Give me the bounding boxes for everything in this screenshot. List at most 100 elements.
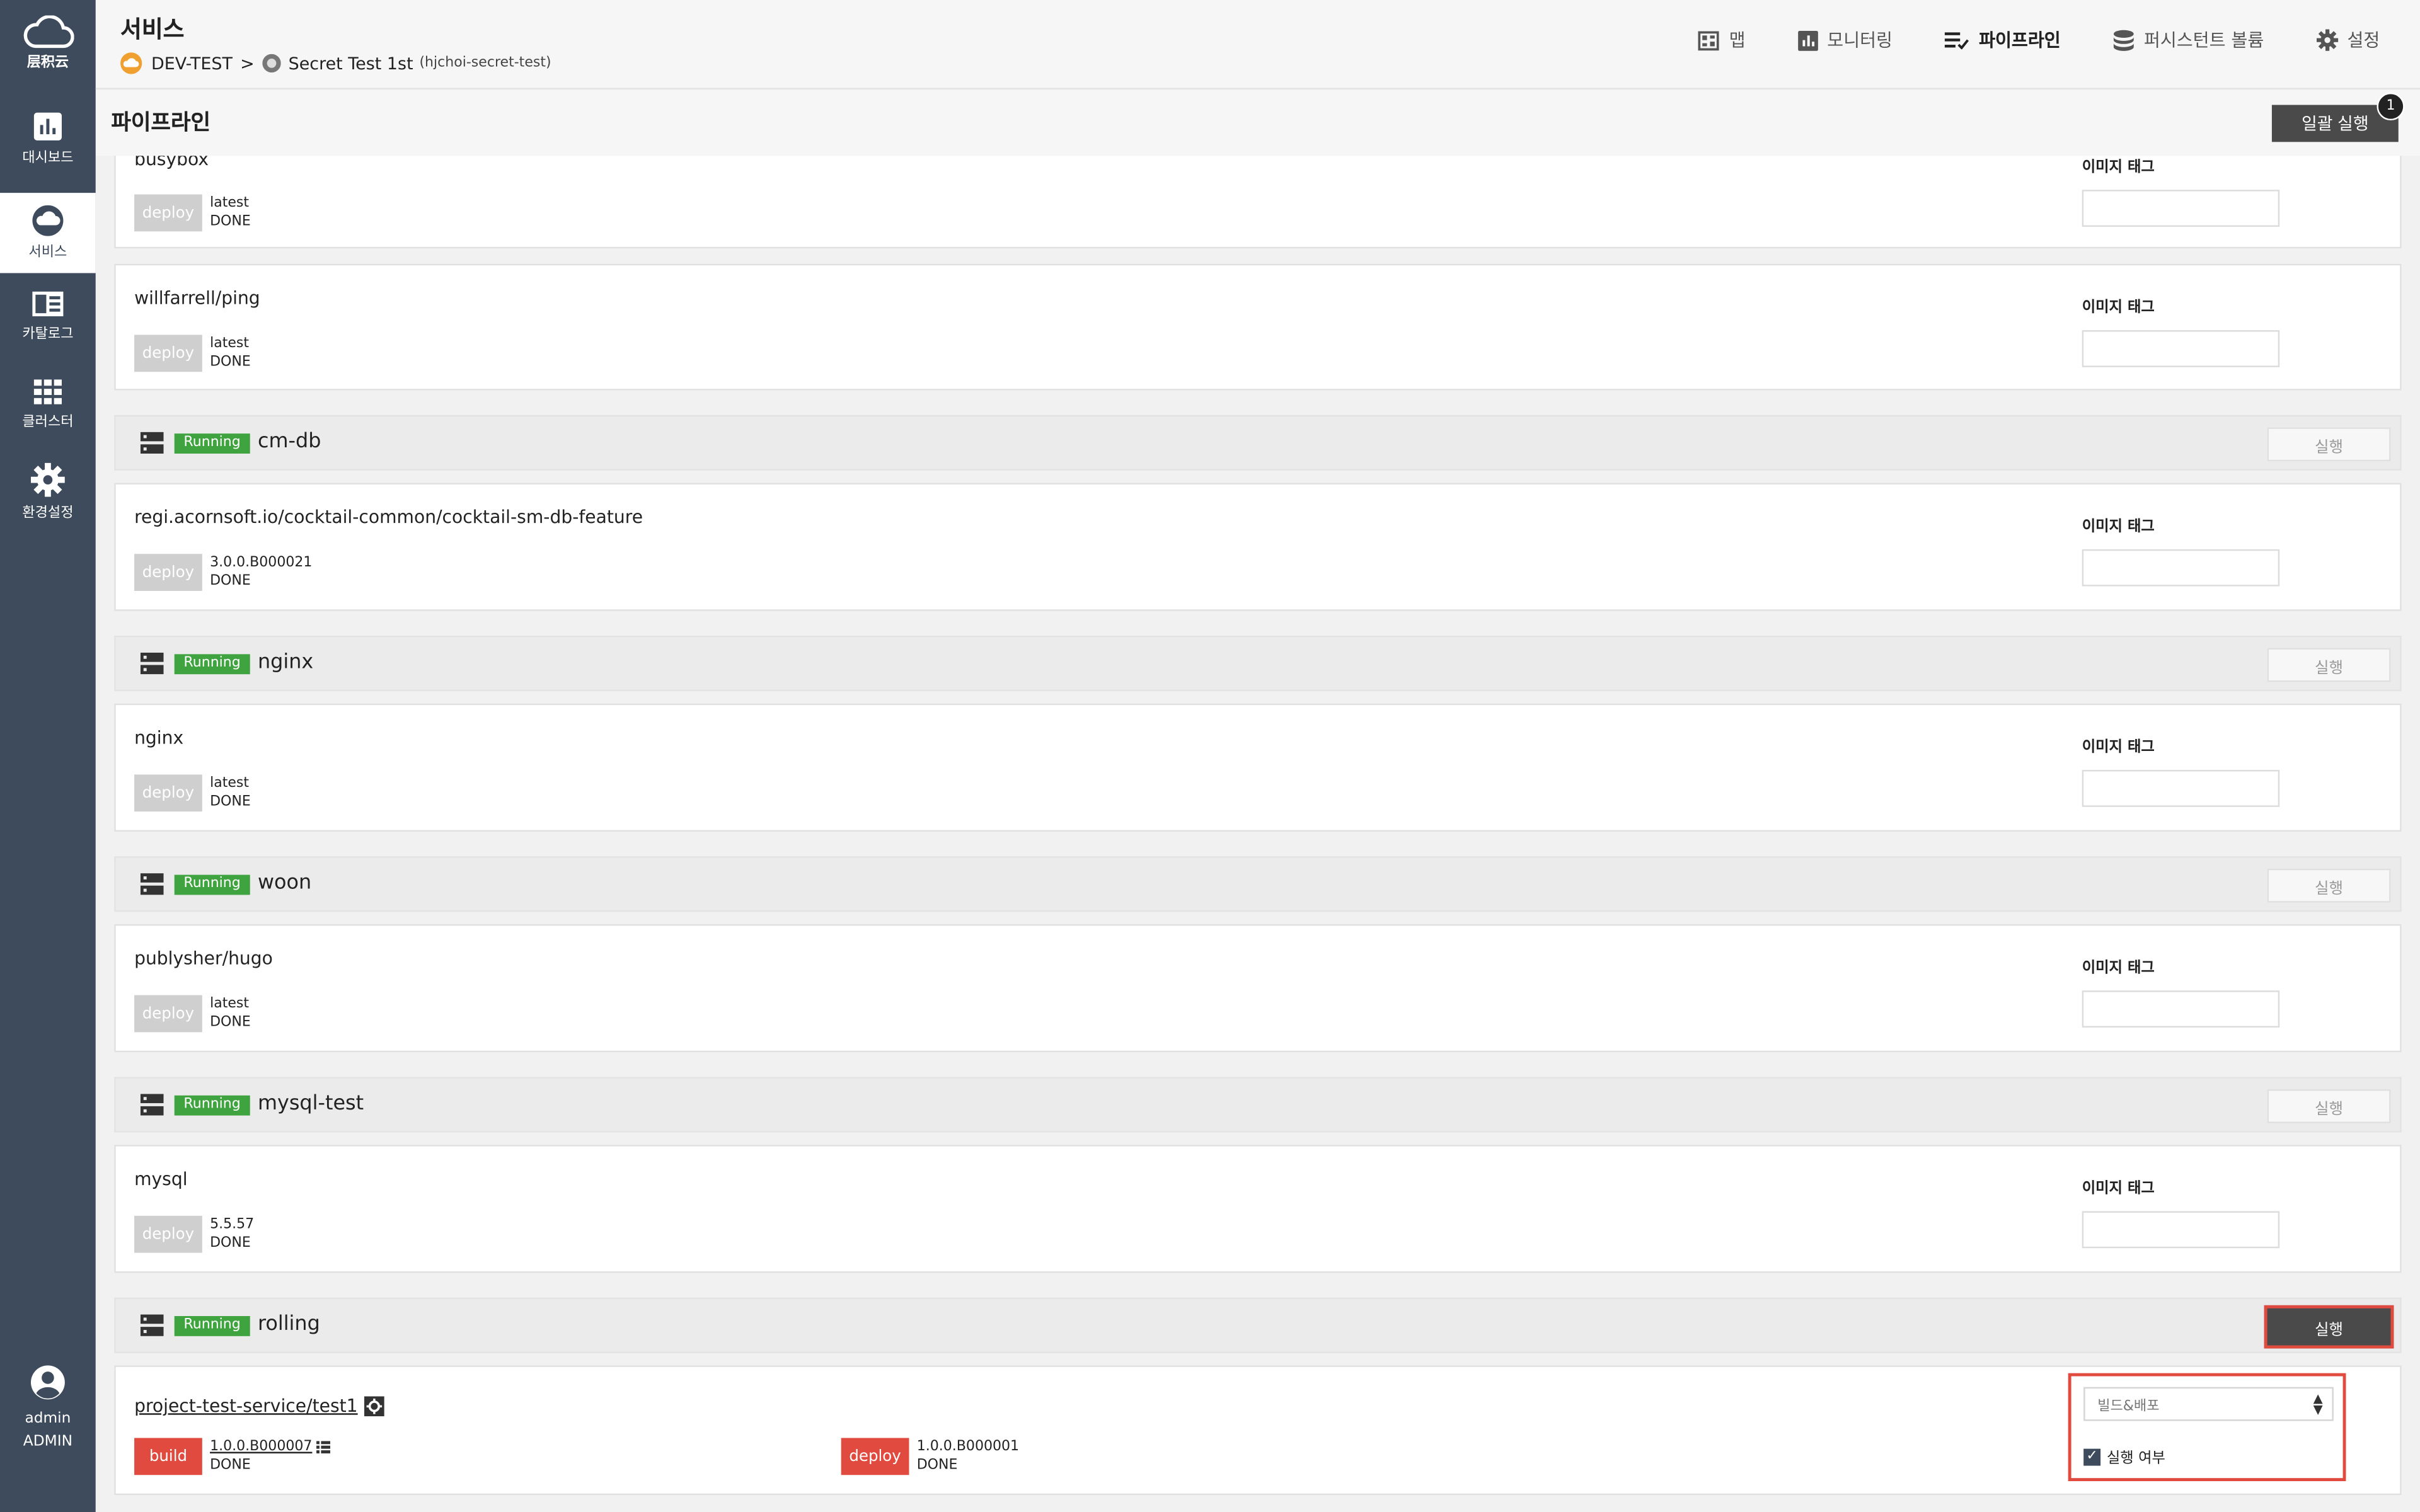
group-name: mysql-test — [257, 1092, 364, 1116]
tab-pipeline[interactable]: 파이프라인 — [1945, 28, 2061, 52]
image-version: latest — [210, 336, 250, 352]
deploy-tag: deploy — [134, 774, 202, 812]
image-link[interactable]: project-test-service/test1 — [134, 1395, 384, 1416]
grid-icon — [33, 379, 62, 404]
image-tag-label: 이미지 태그 — [2082, 518, 2155, 536]
select-value: 빌드&배포 — [2097, 1399, 2160, 1414]
env-cloud-icon — [120, 52, 142, 74]
service-icon — [262, 54, 281, 73]
image-state: DONE — [210, 355, 251, 370]
sidebar-item-service[interactable]: 서비스 — [0, 193, 96, 273]
tab-map[interactable]: 맵 — [1698, 28, 1746, 52]
tag-info: latest DONE — [210, 195, 251, 232]
checkbox-checked[interactable]: ✓ — [2083, 1448, 2101, 1465]
server-icon — [140, 1314, 164, 1336]
status-badge: Running — [174, 874, 250, 895]
group-header: Running rolling 실행 — [114, 1297, 2402, 1353]
build-tag[interactable]: build — [134, 1438, 202, 1475]
image-tag-input[interactable] — [2082, 770, 2280, 807]
image-tag-input[interactable] — [2082, 330, 2280, 367]
image-name: publysher/hugo — [134, 947, 273, 969]
map-icon — [1698, 30, 1720, 50]
breadcrumb-service-id: (hjchoi-secret-test) — [419, 55, 551, 71]
deploy-tag: deploy — [134, 554, 202, 591]
status-badge: Running — [174, 433, 250, 454]
user-role: ADMIN — [23, 1433, 72, 1451]
server-icon — [140, 432, 164, 454]
bar-chart-icon — [33, 112, 62, 140]
run-button[interactable]: 실행 — [2267, 648, 2391, 682]
image-version: latest — [210, 776, 250, 792]
sidebar-item-settings[interactable]: 환경설정 — [0, 462, 96, 543]
group-name: cm-db — [257, 430, 321, 454]
container-card: publysher/hugo deploy latest DONE 이미지 태그 — [114, 924, 2402, 1053]
breadcrumb-env[interactable]: DEV-TEST — [151, 53, 233, 73]
deploy-tag: deploy — [134, 995, 202, 1033]
run-checkbox-row[interactable]: ✓ 실행 여부 — [2083, 1446, 2165, 1467]
breadcrumb-service[interactable]: Secret Test 1st — [289, 53, 413, 73]
image-tag-label: 이미지 태그 — [2082, 299, 2155, 317]
image-tag-input[interactable] — [2082, 190, 2280, 227]
deploy-tag-active[interactable]: deploy — [841, 1438, 909, 1475]
image-tag-label: 이미지 태그 — [2082, 739, 2155, 757]
user-menu[interactable]: admin ADMIN — [0, 1364, 96, 1453]
checkbox-label: 실행 여부 — [2106, 1450, 2165, 1467]
execution-options: 빌드&배포 ▲ ▼ ✓ 실행 여부 — [2068, 1373, 2346, 1482]
cloud-logo-icon — [23, 15, 74, 49]
run-button[interactable]: 실행 — [2267, 1089, 2391, 1123]
status-badge: Running — [174, 654, 250, 675]
sidebar-item-dashboard[interactable]: 대시보드 — [0, 111, 96, 191]
image-tag-input[interactable] — [2082, 549, 2280, 587]
sidebar-item-cluster[interactable]: 클러스터 — [0, 378, 96, 458]
run-button[interactable]: 실행 — [2267, 427, 2391, 462]
settings-icon — [2316, 29, 2338, 51]
container-card: nginx deploy latest DONE 이미지 태그 — [114, 703, 2402, 832]
notification-badge: 1 — [2377, 92, 2405, 121]
sidebar: 层积云 대시보드 서비스 카탈로그 클러스터 환경설정 admin ADMIN — [0, 0, 96, 1512]
image-tag-label: 이미지 태그 — [2082, 159, 2155, 176]
build-version[interactable]: 1.0.0.B000007 — [210, 1438, 312, 1456]
image-state: DONE — [210, 574, 251, 590]
image-tag-input[interactable] — [2082, 1211, 2280, 1249]
image-name: regi.acornsoft.io/cocktail-common/cockta… — [134, 506, 643, 528]
top-nav: 맵 모니터링 파이프라인 퍼시스턴트 볼륨 설정 — [1645, 28, 2380, 52]
image-name: busybox — [134, 156, 209, 170]
monitoring-icon — [1797, 30, 1818, 50]
avatar-icon — [30, 1365, 65, 1400]
image-tag-label: 이미지 태그 — [2082, 959, 2155, 977]
sidebar-item-catalog[interactable]: 카탈로그 — [0, 290, 96, 370]
deploy-tag: deploy — [134, 335, 202, 372]
tab-settings[interactable]: 설정 — [2316, 28, 2380, 52]
gear-settings-icon[interactable] — [364, 1395, 384, 1416]
run-button-active[interactable]: 실행 — [2264, 1305, 2394, 1349]
group-header: Running mysql-test 실행 — [114, 1077, 2402, 1133]
catalog-icon — [32, 291, 64, 317]
build-version-row[interactable]: 1.0.0.B000007 — [210, 1438, 331, 1456]
image-tag-input[interactable] — [2082, 990, 2280, 1028]
gear-icon — [30, 462, 65, 497]
cloud-icon — [32, 205, 64, 236]
image-state: DONE — [210, 214, 251, 230]
breadcrumb-separator: > — [240, 53, 255, 74]
build-deploy-select[interactable]: 빌드&배포 ▲ ▼ — [2083, 1387, 2334, 1421]
container-card: mysql deploy 5.5.57 DONE 이미지 태그 — [114, 1145, 2402, 1273]
list-icon[interactable] — [316, 1441, 331, 1453]
logo-text: 层积云 — [26, 55, 69, 71]
user-name: admin — [25, 1410, 71, 1428]
pipeline-list[interactable]: busybox deploy latest DONE 이미지 태그 willfa… — [95, 156, 2420, 1512]
deploy-info: 1.0.0.B000001 DONE — [917, 1438, 1019, 1475]
tab-label: 설정 — [2347, 29, 2380, 51]
container-card: willfarrell/ping deploy latest DONE 이미지 … — [114, 263, 2402, 391]
section-title: 파이프라인 — [111, 111, 211, 136]
run-button[interactable]: 실행 — [2267, 868, 2391, 903]
image-name: project-test-service/test1 — [134, 1394, 358, 1417]
tag-info: latest DONE — [210, 995, 251, 1033]
sidebar-item-label: 대시보드 — [22, 151, 74, 167]
tab-persistent-volume[interactable]: 퍼시스턴트 볼륨 — [2113, 28, 2264, 52]
tag-info: latest DONE — [210, 774, 251, 811]
tab-monitoring[interactable]: 모니터링 — [1797, 28, 1893, 52]
tab-label: 맵 — [1729, 29, 1746, 51]
container-card: regi.acornsoft.io/cocktail-common/cockta… — [114, 483, 2402, 611]
logo[interactable]: 层积云 — [0, 0, 96, 93]
tag-info: 3.0.0.B000021 DONE — [210, 554, 312, 591]
